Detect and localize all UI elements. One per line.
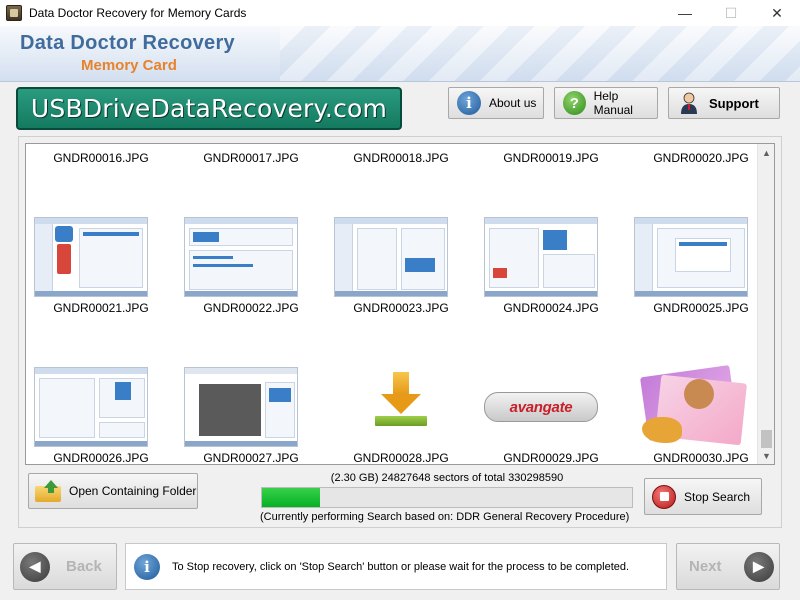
header-banner: Data Doctor Recovery Memory Card <box>0 26 800 82</box>
file-name[interactable]: GNDR00030.JPG <box>626 451 774 464</box>
close-button[interactable]: ✕ <box>754 0 800 26</box>
file-thumbnail[interactable] <box>184 217 298 297</box>
info-icon: i <box>134 553 160 580</box>
stop-search-button[interactable]: Stop Search <box>644 478 762 515</box>
greeting-card-image[interactable] <box>638 365 748 446</box>
back-arrow-icon: ◀ <box>20 551 50 582</box>
support-label: Support <box>709 95 759 111</box>
question-icon: ? <box>563 91 586 115</box>
folder-up-icon <box>35 480 63 502</box>
file-name[interactable]: GNDR00022.JPG <box>176 301 326 315</box>
open-containing-folder-button[interactable]: Open Containing Folder <box>28 473 198 509</box>
file-thumbnail[interactable] <box>34 367 148 447</box>
file-name[interactable]: GNDR00025.JPG <box>626 301 774 315</box>
help-manual-button[interactable]: ? Help Manual <box>554 87 658 119</box>
scroll-thumb[interactable] <box>761 430 772 448</box>
sector-status: (2.30 GB) 24827648 sectors of total 3302… <box>330 472 564 484</box>
about-us-button[interactable]: i About us <box>448 87 544 119</box>
window-controls: — ☐ ✕ <box>662 0 800 26</box>
site-banner-text: USBDriveDataRecovery.com <box>30 94 388 123</box>
file-thumbnail[interactable] <box>184 367 298 447</box>
file-thumbnail[interactable] <box>34 217 148 297</box>
file-name[interactable]: GNDR00023.JPG <box>326 301 476 315</box>
file-name[interactable]: GNDR00026.JPG <box>26 451 176 464</box>
support-person-icon <box>677 91 701 115</box>
app-icon <box>6 5 22 21</box>
stop-search-label: Stop Search <box>684 489 751 504</box>
download-icon[interactable] <box>371 372 431 432</box>
info-icon: i <box>457 91 481 115</box>
minimize-button[interactable]: — <box>662 0 708 26</box>
back-button[interactable]: ◀ Back <box>13 543 117 590</box>
title-bar: Data Doctor Recovery for Memory Cards — … <box>0 0 800 26</box>
file-name[interactable]: GNDR00018.JPG <box>326 151 476 165</box>
avangate-logo[interactable]: avangate <box>484 392 598 422</box>
file-name[interactable]: GNDR00017.JPG <box>176 151 326 165</box>
file-name[interactable]: GNDR00016.JPG <box>26 151 176 165</box>
avangate-logo-text: avangate <box>509 398 573 416</box>
help-manual-label: Help Manual <box>593 89 633 117</box>
scroll-down-arrow-icon[interactable]: ▼ <box>758 447 774 464</box>
file-name[interactable]: GNDR00024.JPG <box>476 301 626 315</box>
search-progress-bar <box>261 487 633 508</box>
site-banner[interactable]: USBDriveDataRecovery.com <box>16 87 402 130</box>
stop-icon <box>652 484 676 509</box>
file-name[interactable]: GNDR00019.JPG <box>476 151 626 165</box>
open-folder-label: Open Containing Folder <box>69 484 197 498</box>
recovered-files-list[interactable]: GNDR00016.JPG GNDR00017.JPG GNDR00018.JP… <box>25 143 775 465</box>
file-name[interactable]: GNDR00027.JPG <box>176 451 326 464</box>
search-mode-text: (Currently performing Search based on: D… <box>260 511 630 523</box>
product-subtitle: Memory Card <box>81 57 177 74</box>
next-label: Next <box>689 558 722 575</box>
maximize-button[interactable]: ☐ <box>708 0 754 26</box>
about-us-label: About us <box>489 96 537 110</box>
file-thumbnail[interactable] <box>484 217 598 297</box>
brand-title: Data Doctor Recovery <box>20 32 235 54</box>
support-button[interactable]: Support <box>668 87 780 119</box>
back-label: Back <box>66 558 102 575</box>
info-message: To Stop recovery, click on 'Stop Search'… <box>172 560 630 573</box>
window-title: Data Doctor Recovery for Memory Cards <box>29 6 247 20</box>
progress-fill <box>262 488 320 507</box>
scroll-up-arrow-icon[interactable]: ▲ <box>758 144 774 161</box>
file-name[interactable]: GNDR00028.JPG <box>326 451 476 464</box>
next-button[interactable]: Next ▶ <box>676 543 780 590</box>
info-bar: i To Stop recovery, click on 'Stop Searc… <box>125 543 667 590</box>
file-thumbnail[interactable] <box>634 217 748 297</box>
file-thumbnail[interactable] <box>334 217 448 297</box>
file-list-scrollbar[interactable]: ▲ ▼ <box>757 144 774 464</box>
next-arrow-icon: ▶ <box>743 551 774 582</box>
file-name[interactable]: GNDR00020.JPG <box>626 151 774 165</box>
file-name[interactable]: GNDR00021.JPG <box>26 301 176 315</box>
file-name[interactable]: GNDR00029.JPG <box>476 451 626 464</box>
